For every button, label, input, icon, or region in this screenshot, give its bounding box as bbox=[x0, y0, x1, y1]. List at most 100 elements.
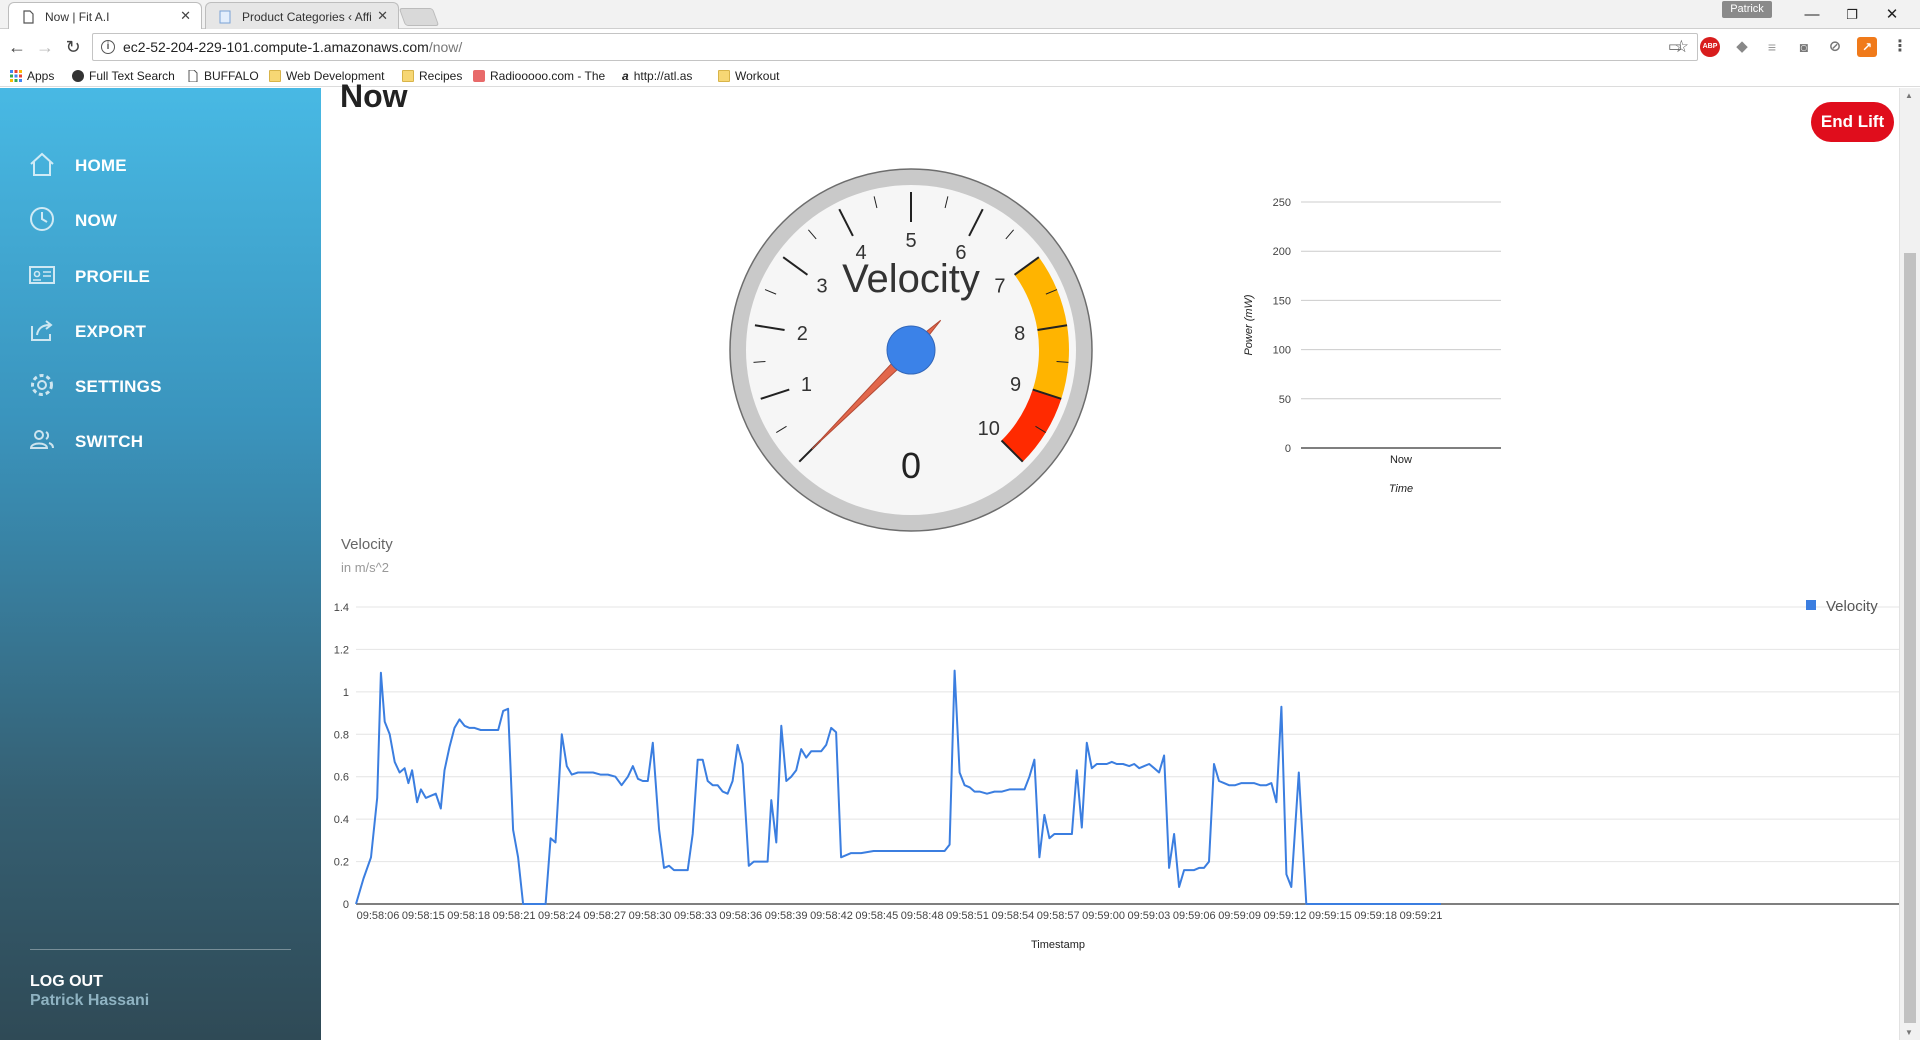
line-ytick-label: 0 bbox=[343, 899, 349, 911]
reload-icon[interactable]: ↻ bbox=[62, 36, 84, 58]
extension-icon[interactable]: ◆ bbox=[1732, 37, 1752, 57]
menu-icon[interactable]: ⋮ bbox=[1890, 37, 1910, 57]
profile-button[interactable]: Patrick bbox=[1722, 1, 1772, 18]
adblock-icon[interactable]: ABP bbox=[1700, 37, 1720, 57]
line-xtick-label: 09:59:09 bbox=[1218, 910, 1261, 922]
user-name: Patrick Hassani bbox=[30, 992, 150, 1009]
legend-swatch bbox=[1806, 600, 1816, 610]
gauge-tick-label: 1 bbox=[801, 374, 812, 396]
power-ytick-label: 150 bbox=[1273, 295, 1291, 307]
line-xtick-label: 09:58:42 bbox=[810, 910, 853, 922]
line-xtick-label: 09:58:24 bbox=[538, 910, 581, 922]
power-xaxis-title: Time bbox=[1389, 483, 1413, 495]
line-xtick-label: 09:59:12 bbox=[1264, 910, 1307, 922]
line-ytick-label: 0.8 bbox=[334, 729, 349, 741]
page-icon bbox=[23, 10, 34, 24]
line-xtick-label: 09:58:39 bbox=[765, 910, 808, 922]
close-icon[interactable]: ✕ bbox=[180, 8, 191, 24]
bookmark-radiooooo[interactable]: Radiooooo.com - The bbox=[473, 69, 605, 83]
line-ytick-label: 0.2 bbox=[334, 857, 349, 869]
velocity-series-line bbox=[355, 669, 1441, 905]
close-icon[interactable]: ✕ bbox=[377, 8, 388, 24]
scroll-thumb[interactable] bbox=[1904, 253, 1916, 1023]
scroll-down-icon[interactable]: ▼ bbox=[1905, 1028, 1913, 1037]
line-ytick-label: 1.2 bbox=[334, 644, 349, 656]
bookmark-recipes[interactable]: Recipes bbox=[402, 69, 462, 83]
power-xtick-label: Now bbox=[1390, 454, 1412, 466]
back-icon[interactable]: ← bbox=[6, 36, 28, 58]
gauge-title: Velocity bbox=[842, 257, 980, 301]
atlas-icon: a bbox=[622, 69, 629, 83]
gauge-tick-label: 10 bbox=[978, 418, 1000, 440]
power-yaxis-title: Power (mW) bbox=[1243, 294, 1255, 355]
velocity-chart-title: Velocity bbox=[341, 536, 393, 553]
list-icon[interactable]: ≡ bbox=[1762, 37, 1782, 57]
gauge-value-label: 0 bbox=[901, 445, 921, 486]
apps-grid-icon bbox=[10, 70, 22, 82]
bookmark-buffalo[interactable]: BUFFALO bbox=[187, 69, 259, 83]
bookmark-workout[interactable]: Workout bbox=[718, 69, 779, 83]
line-xtick-label: 09:58:48 bbox=[901, 910, 944, 922]
tab-now-fit-ai[interactable]: Now | Fit A.I ✕ bbox=[8, 2, 202, 29]
page-icon bbox=[188, 70, 198, 82]
line-ytick-label: 0.4 bbox=[334, 814, 349, 826]
new-tab-button[interactable] bbox=[398, 8, 440, 26]
line-xtick-label: 09:59:00 bbox=[1082, 910, 1125, 922]
browser-toolbar: ← → ↻ i ec2-52-204-229-101.compute-1.ama… bbox=[0, 29, 1920, 65]
logout-link[interactable]: LOG OUT bbox=[30, 973, 103, 991]
page-title: Now bbox=[340, 78, 408, 114]
line-xtick-label: 09:58:45 bbox=[855, 910, 898, 922]
gauge-tick-label: 7 bbox=[994, 275, 1005, 297]
velocity-chart-subtitle: in m/s^2 bbox=[341, 560, 390, 575]
home-icon bbox=[30, 152, 54, 176]
bookmark-full-text-search[interactable]: Full Text Search bbox=[72, 69, 175, 83]
power-ytick-label: 250 bbox=[1273, 198, 1291, 209]
clock-icon bbox=[30, 207, 54, 231]
velocity-gauge: 12345678910Velocity0 bbox=[729, 168, 1093, 532]
line-xtick-label: 09:58:51 bbox=[946, 910, 989, 922]
sidebar-divider bbox=[30, 949, 291, 950]
power-ytick-label: 0 bbox=[1285, 443, 1291, 455]
close-window-icon[interactable]: ✕ bbox=[1872, 4, 1912, 26]
legend-label: Velocity bbox=[1826, 598, 1878, 615]
page-icon bbox=[219, 10, 231, 24]
velocity-line-chart: 00.20.40.60.811.21.409:58:06 09:58:15 09:5… bbox=[334, 598, 1899, 951]
tab-title: Product Categories ‹ Affi bbox=[242, 10, 372, 24]
cast-icon[interactable]: ▭ bbox=[1665, 37, 1685, 57]
gear-icon bbox=[31, 374, 53, 396]
gauge-tick-label: 5 bbox=[905, 230, 916, 252]
compass-icon[interactable]: ⊘ bbox=[1825, 37, 1845, 57]
bookmark-atlas[interactable]: a http://atl.as bbox=[622, 69, 692, 83]
url-text[interactable]: ec2-52-204-229-101.compute-1.amazonaws.c… bbox=[123, 39, 462, 55]
power-ytick-label: 200 bbox=[1273, 246, 1291, 258]
gauge-hub bbox=[886, 325, 936, 375]
id-card-icon bbox=[29, 266, 55, 284]
power-ytick-label: 100 bbox=[1273, 345, 1291, 357]
page-scrollbar[interactable]: ▲ ▼ bbox=[1899, 88, 1920, 1040]
bookmark-apps[interactable]: Apps bbox=[10, 69, 54, 83]
line-xtick-label: 09:58:15 bbox=[402, 910, 445, 922]
gauge-tick-label: 9 bbox=[1010, 374, 1021, 396]
gauge-tick-label: 8 bbox=[1014, 323, 1025, 345]
camera-icon[interactable]: ◙ bbox=[1794, 37, 1814, 57]
line-xtick-label: 09:59:06 bbox=[1173, 910, 1216, 922]
tab-product-categories[interactable]: Product Categories ‹ Affi ✕ bbox=[205, 2, 399, 29]
sidebar: HOME NOW PROFILE EXPORT SETTINGS SWITCH … bbox=[0, 88, 321, 1040]
address-bar[interactable]: i ec2-52-204-229-101.compute-1.amazonaws… bbox=[92, 33, 1698, 61]
folder-icon bbox=[269, 70, 281, 82]
line-xtick-label: 09:58:57 bbox=[1037, 910, 1080, 922]
info-icon[interactable]: i bbox=[101, 40, 115, 54]
restore-icon[interactable]: ❐ bbox=[1832, 4, 1872, 26]
forward-icon[interactable]: → bbox=[34, 36, 56, 58]
line-xtick-label: 09:58:54 bbox=[991, 910, 1034, 922]
minimize-icon[interactable]: — bbox=[1792, 4, 1832, 26]
power-ytick-label: 50 bbox=[1279, 394, 1291, 406]
export-icon bbox=[31, 320, 53, 341]
end-lift-button[interactable]: End Lift bbox=[1811, 102, 1894, 142]
tab-title: Now | Fit A.I bbox=[45, 10, 110, 24]
search-site-icon bbox=[72, 70, 84, 82]
scroll-up-icon[interactable]: ▲ bbox=[1905, 91, 1913, 100]
line-xtick-label: 09:59:15 bbox=[1309, 910, 1352, 922]
browser-tab-strip: Now | Fit A.I ✕ Product Categories ‹ Aff… bbox=[0, 0, 1920, 29]
trend-icon[interactable]: ↗ bbox=[1857, 37, 1877, 57]
